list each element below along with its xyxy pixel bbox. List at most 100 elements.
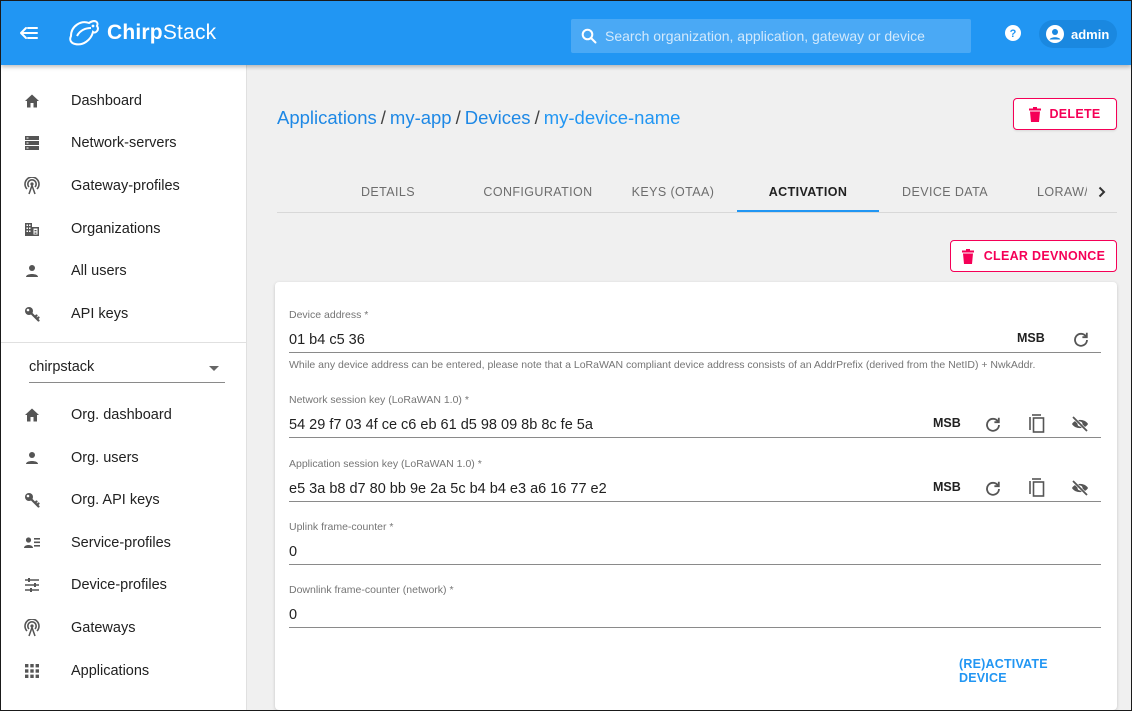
refresh-icon[interactable]	[985, 480, 1001, 496]
delete-device-button[interactable]: DELETE	[1013, 98, 1117, 130]
copy-icon[interactable]	[1029, 413, 1045, 433]
sidebar-item-gateways[interactable]: Gateways	[1, 607, 247, 649]
downlink-frame-counter-label: Downlink frame-counter (network) *	[289, 584, 454, 596]
server-icon	[23, 134, 41, 152]
menu-collapse-icon[interactable]	[19, 23, 39, 43]
user-name: admin	[1071, 26, 1110, 42]
network-session-key-label: Network session key (LoRaWAN 1.0) *	[289, 394, 469, 406]
sidebar-item-label: API keys	[71, 306, 129, 322]
top-app-bar: ChirpStack ? admin	[1, 1, 1131, 65]
sidebar-item-device-profiles[interactable]: Device-profiles	[1, 564, 247, 606]
sidebar-item-api-keys[interactable]: API keys	[1, 293, 247, 335]
sidebar-item-applications[interactable]: Applications	[1, 650, 247, 692]
reactivate-device-button[interactable]: (RE)ACTIVATE DEVICE	[959, 657, 1099, 685]
delete-button-label: DELETE	[1049, 107, 1101, 121]
sidebar-item-org-api-keys[interactable]: Org. API keys	[1, 479, 247, 521]
sidebar: Dashboard Network-servers Gateway-profil…	[1, 65, 247, 710]
application-session-key-input[interactable]	[289, 474, 1101, 502]
chirpstack-logo[interactable]: ChirpStack	[67, 15, 216, 51]
user-menu-button[interactable]: admin	[1039, 20, 1117, 48]
byte-order-toggle[interactable]: MSB	[933, 416, 961, 430]
sidebar-item-network-servers[interactable]: Network-servers	[1, 122, 247, 164]
home-icon	[23, 92, 41, 110]
antenna-icon	[23, 177, 41, 195]
sidebar-item-label: Applications	[71, 663, 150, 679]
tab-activation[interactable]: ACTIVATION	[737, 171, 879, 212]
visibility-off-icon[interactable]	[1071, 480, 1089, 496]
sidebar-item-label: Device-profiles	[71, 577, 167, 593]
apps-icon	[23, 662, 41, 680]
device-address-help: While any device address can be entered,…	[289, 359, 1036, 371]
brand-rest: Stack	[162, 21, 217, 44]
sidebar-item-label: Org. API keys	[71, 492, 160, 508]
sidebar-item-gateway-profiles[interactable]: Gateway-profiles	[1, 165, 247, 207]
chevron-right-icon	[1098, 186, 1106, 197]
breadcrumb-applications-link[interactable]: Applications	[277, 107, 377, 128]
domain-icon	[23, 220, 41, 238]
clear-devnonce-label: CLEAR DEVNONCE	[983, 249, 1106, 263]
antenna-icon	[23, 619, 41, 637]
uplink-frame-counter-input[interactable]	[289, 537, 1101, 565]
tab-details[interactable]: DETAILS	[317, 171, 459, 212]
breadcrumb: Applications / my-app / Devices / my-device-na…	[277, 107, 680, 129]
sidebar-item-label: Dashboard	[71, 93, 142, 109]
device-address-input[interactable]	[289, 325, 1101, 353]
byte-order-toggle[interactable]: MSB	[1017, 331, 1045, 345]
sidebar-item-label: Org. users	[71, 450, 139, 466]
search-icon	[581, 28, 597, 44]
breadcrumb-separator: /	[455, 107, 461, 128]
key-icon	[23, 305, 41, 323]
refresh-icon[interactable]	[1073, 331, 1089, 347]
key-icon	[23, 491, 41, 509]
sidebar-item-org-dashboard[interactable]: Org. dashboard	[1, 394, 247, 436]
breadcrumb-devices-link[interactable]: Devices	[465, 107, 531, 128]
uplink-frame-counter-label: Uplink frame-counter *	[289, 521, 394, 533]
network-session-key-input[interactable]	[289, 410, 1101, 438]
tab-device-data[interactable]: DEVICE DATA	[874, 171, 1016, 212]
refresh-icon[interactable]	[985, 416, 1001, 432]
chevron-down-icon	[209, 366, 219, 371]
sidebar-item-all-users[interactable]: All users	[1, 250, 247, 292]
sidebar-item-organizations[interactable]: Organizations	[1, 208, 247, 250]
delete-icon	[961, 248, 974, 264]
brand-bold: Chirp	[107, 21, 163, 44]
tab-scroll-right-button[interactable]	[1087, 171, 1117, 212]
account-details-icon	[23, 534, 41, 552]
app-frame: ChirpStack ? admin D	[0, 0, 1132, 711]
help-icon[interactable]: ?	[1005, 25, 1021, 41]
tab-keys-otaa[interactable]: KEYS (OTAA)	[602, 171, 744, 212]
copy-icon[interactable]	[1029, 477, 1045, 497]
breadcrumb-app-link[interactable]: my-app	[390, 107, 452, 128]
search-input[interactable]	[605, 28, 965, 44]
bird-logo-icon	[69, 20, 99, 46]
sidebar-divider	[1, 342, 247, 343]
user-icon	[23, 449, 41, 467]
breadcrumb-device-name: my-device-name	[543, 107, 681, 128]
sidebar-item-org-users[interactable]: Org. users	[1, 437, 247, 479]
sidebar-item-label: All users	[71, 263, 127, 279]
application-session-key-label: Application session key (LoRaWAN 1.0) *	[289, 458, 482, 470]
breadcrumb-separator: /	[380, 107, 386, 128]
sidebar-item-label: Org. dashboard	[71, 407, 172, 423]
delete-icon	[1029, 106, 1042, 122]
clear-devnonce-button[interactable]: CLEAR DEVNONCE	[950, 240, 1117, 272]
device-tabs: DETAILS CONFIGURATION KEYS (OTAA) ACTIVA…	[277, 171, 1117, 213]
brand-name: ChirpStack	[107, 21, 216, 45]
organization-select-value: chirpstack	[29, 359, 95, 375]
device-address-label: Device address *	[289, 309, 369, 321]
sidebar-item-label: Gateway-profiles	[71, 178, 180, 194]
byte-order-toggle[interactable]: MSB	[933, 480, 961, 494]
sidebar-item-label: Service-profiles	[71, 535, 171, 551]
global-search	[571, 19, 971, 53]
user-icon	[23, 262, 41, 280]
tune-icon	[23, 576, 41, 594]
organization-select[interactable]: chirpstack	[29, 353, 225, 383]
tab-configuration[interactable]: CONFIGURATION	[467, 171, 609, 212]
activation-form-card: Device address * MSB While any device ad…	[275, 282, 1117, 710]
account-circle-icon	[1046, 25, 1064, 43]
visibility-off-icon[interactable]	[1071, 416, 1089, 432]
downlink-frame-counter-input[interactable]	[289, 600, 1101, 628]
sidebar-item-label: Gateways	[71, 620, 136, 636]
sidebar-item-dashboard[interactable]: Dashboard	[1, 80, 247, 122]
sidebar-item-service-profiles[interactable]: Service-profiles	[1, 522, 247, 564]
